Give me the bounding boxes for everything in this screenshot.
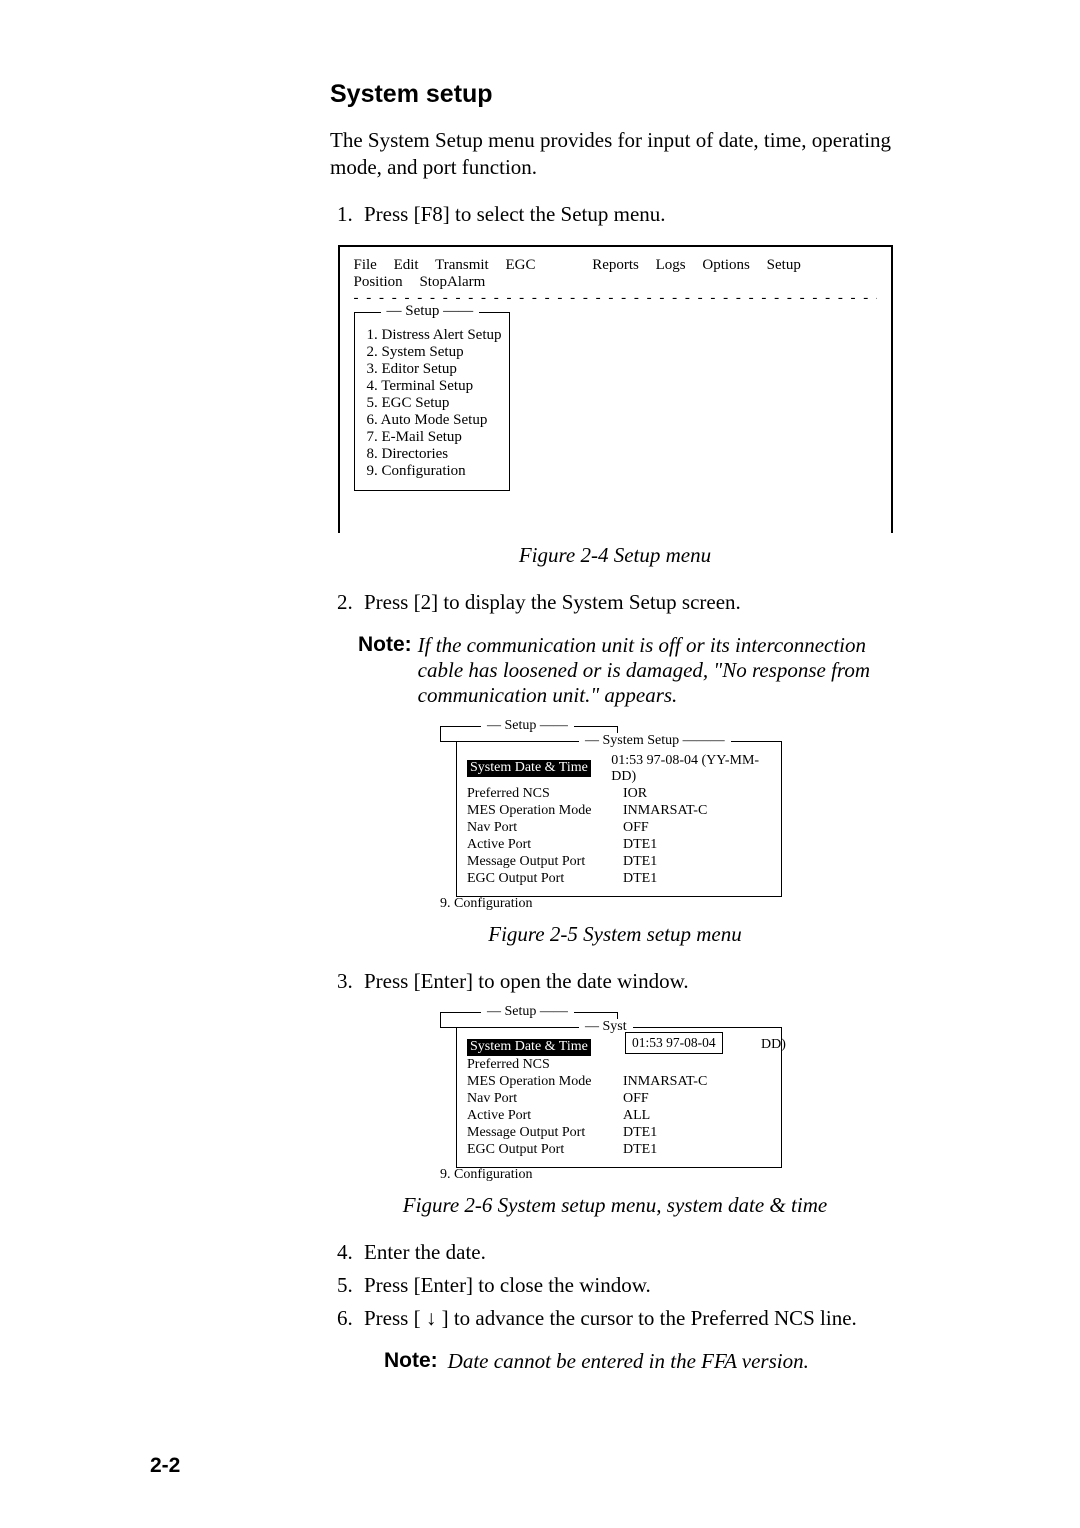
row-value: OFF	[623, 820, 649, 836]
setup-dropdown: — Setup —— 1. Distress Alert Setup 2. Sy…	[354, 312, 510, 491]
note-2: Note: Date cannot be entered in the FFA …	[384, 1349, 900, 1374]
setup-menu-item: 1. Distress Alert Setup	[367, 327, 497, 344]
row-label: MES Operation Mode	[467, 803, 623, 819]
row-label: Preferred NCS	[467, 786, 623, 802]
row-label: Active Port	[467, 1108, 623, 1124]
row-label: EGC Output Port	[467, 871, 623, 887]
note-1: Note: If the communication unit is off o…	[358, 633, 900, 708]
setup-menu-item: 7. E-Mail Setup	[367, 429, 497, 446]
menubar-item: Transmit	[435, 257, 489, 273]
figure-2-4-caption: Figure 2-4 Setup menu	[330, 543, 900, 568]
down-arrow-icon: ↓	[426, 1307, 437, 1330]
configuration-line: 9. Configuration	[440, 896, 790, 912]
row-label: MES Operation Mode	[467, 1074, 623, 1090]
setup-menu-item: 2. System Setup	[367, 344, 497, 361]
menubar-item: Logs	[656, 257, 686, 273]
note-label: Note:	[358, 633, 412, 708]
setup-menu-item: 8. Directories	[367, 446, 497, 463]
page-number: 2-2	[150, 1454, 180, 1478]
menubar-item: Position	[354, 274, 403, 290]
menubar-item: EGC	[505, 257, 535, 273]
menubar-item: Setup	[767, 257, 801, 273]
row-label: Nav Port	[467, 1091, 623, 1107]
row-value: DTE1	[623, 854, 657, 870]
selected-row-label: System Date & Time	[467, 760, 591, 777]
date-input-popup: 01:53 97-08-04	[625, 1032, 723, 1054]
row-value: INMARSAT-C	[623, 1074, 707, 1090]
setup-menu-item: 5. EGC Setup	[367, 395, 497, 412]
system-setup-screenshot: — Setup —— — System Setup ——— System Dat…	[440, 726, 790, 912]
setup-menu-item: 6. Auto Mode Setup	[367, 412, 497, 429]
menubar-item: Options	[702, 257, 750, 273]
menubar-item: Edit	[394, 257, 419, 273]
setup-menu-screenshot: File Edit Transmit EGC Reports Logs Opti…	[338, 245, 893, 533]
section-heading: System setup	[330, 80, 900, 109]
menubar-item: Reports	[592, 257, 639, 273]
row-value: DTE1	[623, 1142, 657, 1158]
step-6: Press [ ↓ ] to advance the cursor to the…	[358, 1306, 900, 1331]
row-value: INMARSAT-C	[623, 803, 707, 819]
figure-2-5-caption: Figure 2-5 System setup menu	[330, 922, 900, 947]
setup-menu-item: 3. Editor Setup	[367, 361, 497, 378]
configuration-line: 9. Configuration	[440, 1167, 790, 1183]
setup-dropdown-title: — Setup ——	[381, 303, 480, 320]
note-label: Note:	[384, 1349, 438, 1374]
figure-2-6-caption: Figure 2-6 System setup menu, system dat…	[330, 1193, 900, 1218]
row-value: IOR	[623, 786, 647, 802]
row-label: EGC Output Port	[467, 1142, 623, 1158]
setup-menu-item: 9. Configuration	[367, 463, 497, 480]
row-value: DTE1	[623, 1125, 657, 1141]
step-5: Press [Enter] to close the window.	[358, 1273, 900, 1298]
note-text: Date cannot be entered in the FFA versio…	[448, 1349, 809, 1374]
setup-menu-item: 4. Terminal Setup	[367, 378, 497, 395]
row-value: OFF	[623, 1091, 649, 1107]
step-2: Press [2] to display the System Setup sc…	[358, 590, 900, 615]
menubar-item: File	[354, 257, 377, 273]
row-label: Preferred NCS	[467, 1057, 623, 1073]
row-label: Message Output Port	[467, 854, 623, 870]
step-3: Press [Enter] to open the date window.	[358, 969, 900, 994]
system-setup-box: — Syst 01:53 97-08-04 DD) System Date & …	[456, 1027, 782, 1168]
note-text: If the communication unit is off or its …	[418, 633, 900, 708]
system-setup-date-screenshot: — Setup —— — Syst 01:53 97-08-04 DD) Sys…	[440, 1012, 790, 1183]
system-setup-box: — System Setup ——— System Date & Time01:…	[456, 741, 782, 897]
row-label: Nav Port	[467, 820, 623, 836]
selected-row-label: System Date & Time	[467, 1039, 591, 1056]
step-4: Enter the date.	[358, 1240, 900, 1265]
intro-paragraph: The System Setup menu provides for input…	[330, 127, 900, 182]
row-label: Message Output Port	[467, 1125, 623, 1141]
dd-tail: DD)	[761, 1037, 786, 1053]
menubar: File Edit Transmit EGC Reports Logs Opti…	[354, 257, 877, 291]
row-value: 01:53 97-08-04 (YY-MM-DD)	[611, 753, 771, 785]
row-value: ALL	[623, 1108, 650, 1124]
menubar-item: StopAlarm	[419, 274, 485, 290]
step-1: Press [F8] to select the Setup menu.	[358, 202, 900, 227]
row-value: DTE1	[623, 837, 657, 853]
row-label: Active Port	[467, 837, 623, 853]
row-value: DTE1	[623, 871, 657, 887]
